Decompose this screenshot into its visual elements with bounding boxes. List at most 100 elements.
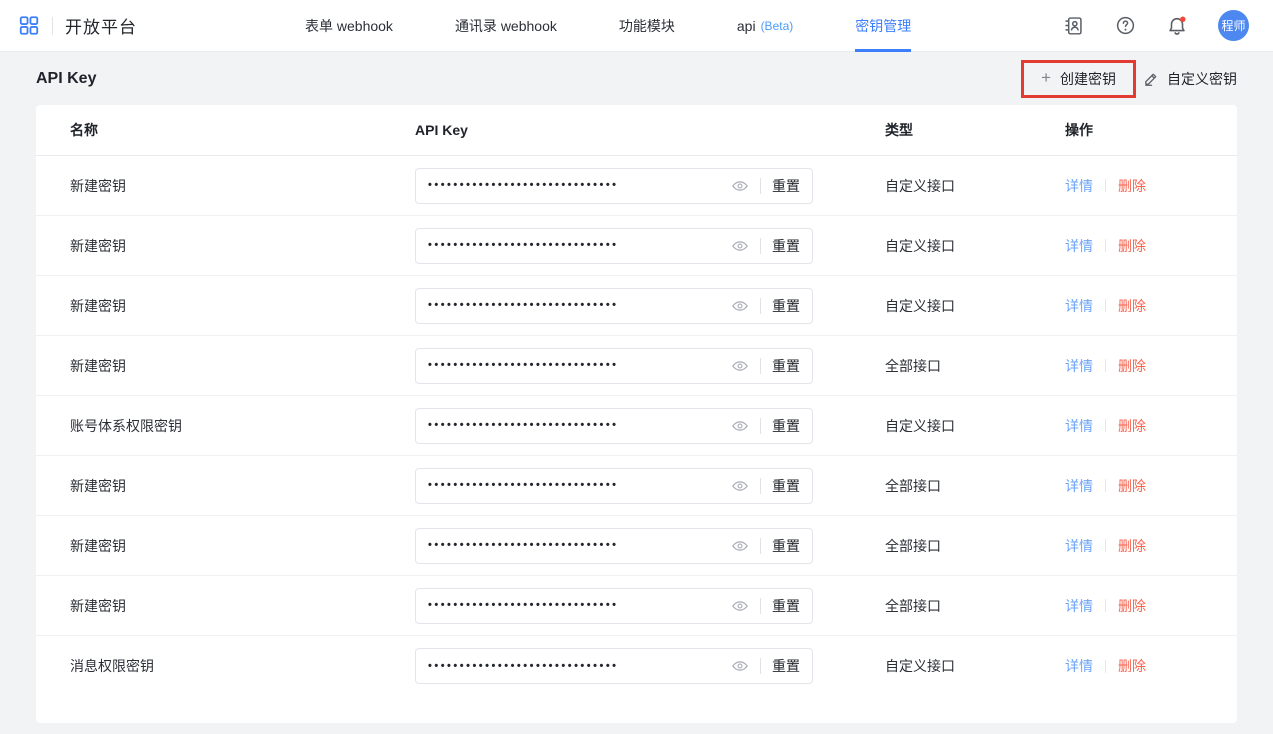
field-divider <box>760 178 761 194</box>
eye-icon[interactable] <box>731 297 749 315</box>
ops-divider <box>1105 539 1106 552</box>
api-key-field[interactable]: •••••••••••••••••••••••••••••• 重置 <box>415 408 813 444</box>
custom-key-button[interactable]: 自定义密钥 <box>1143 69 1237 89</box>
delete-link[interactable]: 删除 <box>1118 176 1146 196</box>
field-divider <box>760 358 761 374</box>
user-avatar[interactable]: 程师 <box>1218 10 1249 41</box>
api-key-field[interactable]: •••••••••••••••••••••••••••••• 重置 <box>415 648 813 684</box>
table-row: 消息权限密钥 •••••••••••••••••••••••••••••• 重置… <box>36 636 1237 696</box>
reset-button[interactable]: 重置 <box>772 176 800 196</box>
key-type: 全部接口 <box>885 476 1065 496</box>
detail-link[interactable]: 详情 <box>1065 356 1093 376</box>
detail-link[interactable]: 详情 <box>1065 596 1093 616</box>
delete-link[interactable]: 删除 <box>1118 236 1146 256</box>
api-key-field[interactable]: •••••••••••••••••••••••••••••• 重置 <box>415 588 813 624</box>
nav-tab-key-management[interactable]: 密钥管理 <box>855 0 911 52</box>
eye-icon[interactable] <box>731 417 749 435</box>
apps-grid-logo-icon[interactable] <box>18 15 40 37</box>
api-key-field[interactable]: •••••••••••••••••••••••••••••• 重置 <box>415 228 813 264</box>
eye-icon[interactable] <box>731 477 749 495</box>
brand-divider <box>52 17 53 35</box>
eye-icon[interactable] <box>731 357 749 375</box>
col-header-name: 名称 <box>70 120 415 140</box>
nav-tab-api[interactable]: api (Beta) <box>737 0 793 52</box>
detail-link[interactable]: 详情 <box>1065 176 1093 196</box>
nav-tab-modules[interactable]: 功能模块 <box>619 0 675 52</box>
table-row: 新建密钥 •••••••••••••••••••••••••••••• 重置 全… <box>36 336 1237 396</box>
ops-divider <box>1105 479 1106 492</box>
table-row: 新建密钥 •••••••••••••••••••••••••••••• 重置 自… <box>36 276 1237 336</box>
api-key-field[interactable]: •••••••••••••••••••••••••••••• 重置 <box>415 348 813 384</box>
api-key-field[interactable]: •••••••••••••••••••••••••••••• 重置 <box>415 288 813 324</box>
masked-key-value: •••••••••••••••••••••••••••••• <box>428 661 731 672</box>
page-title: API Key <box>36 70 96 88</box>
detail-link[interactable]: 详情 <box>1065 236 1093 256</box>
delete-link[interactable]: 删除 <box>1118 656 1146 676</box>
key-name: 新建密钥 <box>70 356 415 376</box>
nav-tab-form-webhook[interactable]: 表单 webhook <box>305 0 393 52</box>
key-name: 新建密钥 <box>70 236 415 256</box>
field-divider <box>760 538 761 554</box>
col-header-apikey: API Key <box>415 122 885 138</box>
delete-link[interactable]: 删除 <box>1118 476 1146 496</box>
ops-divider <box>1105 419 1106 432</box>
brand: 开放平台 <box>18 0 137 51</box>
key-type: 全部接口 <box>885 596 1065 616</box>
ops-divider <box>1105 299 1106 312</box>
key-type: 自定义接口 <box>885 176 1065 196</box>
nav-tab-api-label: api <box>737 18 756 34</box>
eye-icon[interactable] <box>731 177 749 195</box>
ops-divider <box>1105 239 1106 252</box>
reset-button[interactable]: 重置 <box>772 296 800 316</box>
api-key-field[interactable]: •••••••••••••••••••••••••••••• 重置 <box>415 168 813 204</box>
table-row: 新建密钥 •••••••••••••••••••••••••••••• 重置 全… <box>36 516 1237 576</box>
detail-link[interactable]: 详情 <box>1065 536 1093 556</box>
detail-link[interactable]: 详情 <box>1065 656 1093 676</box>
field-divider <box>760 418 761 434</box>
delete-link[interactable]: 删除 <box>1118 296 1146 316</box>
key-name: 消息权限密钥 <box>70 656 415 676</box>
reset-button[interactable]: 重置 <box>772 536 800 556</box>
delete-link[interactable]: 删除 <box>1118 416 1146 436</box>
notifications-bell-icon[interactable] <box>1166 15 1188 37</box>
api-key-field[interactable]: •••••••••••••••••••••••••••••• 重置 <box>415 528 813 564</box>
table-row: 新建密钥 •••••••••••••••••••••••••••••• 重置 自… <box>36 156 1237 216</box>
eye-icon[interactable] <box>731 237 749 255</box>
masked-key-value: •••••••••••••••••••••••••••••• <box>428 300 731 311</box>
key-name: 新建密钥 <box>70 596 415 616</box>
eye-icon[interactable] <box>731 537 749 555</box>
reset-button[interactable]: 重置 <box>772 476 800 496</box>
masked-key-value: •••••••••••••••••••••••••••••• <box>428 240 731 251</box>
key-type: 自定义接口 <box>885 296 1065 316</box>
key-name: 新建密钥 <box>70 536 415 556</box>
table-row: 新建密钥 •••••••••••••••••••••••••••••• 重置 全… <box>36 456 1237 516</box>
beta-badge: (Beta) <box>761 19 794 33</box>
delete-link[interactable]: 删除 <box>1118 596 1146 616</box>
reset-button[interactable]: 重置 <box>772 416 800 436</box>
custom-key-label: 自定义密钥 <box>1167 69 1237 89</box>
reset-button[interactable]: 重置 <box>772 596 800 616</box>
main-nav: 表单 webhook 通讯录 webhook 功能模块 api (Beta) 密… <box>305 0 911 51</box>
field-divider <box>760 298 761 314</box>
detail-link[interactable]: 详情 <box>1065 416 1093 436</box>
table-row: 新建密钥 •••••••••••••••••••••••••••••• 重置 自… <box>36 216 1237 276</box>
reset-button[interactable]: 重置 <box>772 236 800 256</box>
nav-tab-contacts-webhook[interactable]: 通讯录 webhook <box>455 0 557 52</box>
delete-link[interactable]: 删除 <box>1118 536 1146 556</box>
help-icon[interactable] <box>1114 15 1136 37</box>
key-type: 全部接口 <box>885 536 1065 556</box>
delete-link[interactable]: 删除 <box>1118 356 1146 376</box>
detail-link[interactable]: 详情 <box>1065 296 1093 316</box>
eye-icon[interactable] <box>731 657 749 675</box>
create-key-button[interactable]: + 创建密钥 <box>1041 69 1116 89</box>
reset-button[interactable]: 重置 <box>772 656 800 676</box>
reset-button[interactable]: 重置 <box>772 356 800 376</box>
edit-pencil-icon <box>1143 70 1160 87</box>
table-header-row: 名称 API Key 类型 操作 <box>36 105 1237 156</box>
page-toolbar: API Key + 创建密钥 自定义密钥 <box>0 52 1273 105</box>
top-nav-bar: 开放平台 表单 webhook 通讯录 webhook 功能模块 api (Be… <box>0 0 1273 52</box>
api-key-field[interactable]: •••••••••••••••••••••••••••••• 重置 <box>415 468 813 504</box>
contact-book-icon[interactable] <box>1062 15 1084 37</box>
eye-icon[interactable] <box>731 597 749 615</box>
detail-link[interactable]: 详情 <box>1065 476 1093 496</box>
